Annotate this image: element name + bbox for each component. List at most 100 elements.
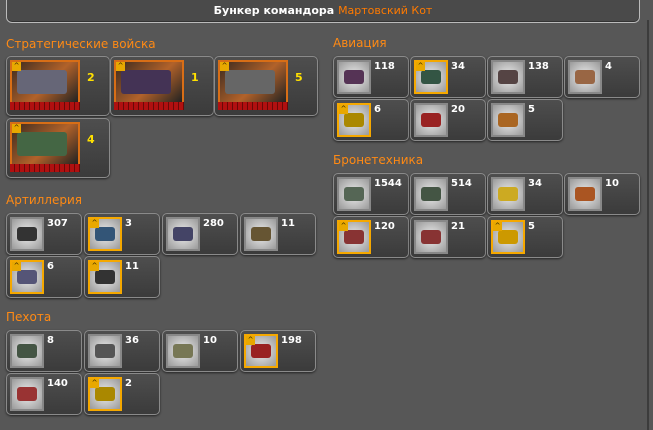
unit-card-armor[interactable]: 10	[564, 173, 640, 215]
rank-chevron-icon: ^	[12, 124, 21, 133]
unit-icon	[251, 344, 271, 358]
unit-card-armor[interactable]: ^ 120	[333, 216, 409, 258]
unit-card-infantry[interactable]: 140	[6, 373, 82, 415]
unit-icon	[173, 227, 193, 241]
unit-image	[337, 177, 371, 211]
unit-count: 2	[87, 71, 95, 84]
unit-card-aviation[interactable]: 20	[410, 99, 486, 141]
unit-image	[166, 334, 200, 368]
unit-card-artillery[interactable]: ^ 11	[84, 256, 160, 298]
unit-icon	[498, 187, 518, 201]
unit-image	[88, 334, 122, 368]
unit-card-artillery[interactable]: 11	[240, 213, 316, 255]
unit-image	[244, 217, 278, 251]
unit-image: ^	[88, 260, 122, 294]
unit-image: ^	[491, 220, 525, 254]
unit-count: 120	[374, 221, 395, 232]
unit-icon	[95, 270, 115, 284]
unit-card-armor[interactable]: 21	[410, 216, 486, 258]
unit-icon	[121, 70, 171, 94]
unit-icon	[498, 70, 518, 84]
unit-image: ^	[337, 103, 371, 137]
unit-card-aviation[interactable]: 5	[487, 99, 563, 141]
unit-card-aviation[interactable]: ^ 6	[333, 99, 409, 141]
unit-card-infantry[interactable]: ^ 2	[84, 373, 160, 415]
unit-card-strategic[interactable]: ^ 2	[6, 56, 110, 116]
unit-card-artillery[interactable]: ^ 6	[6, 256, 82, 298]
health-bar	[114, 102, 184, 110]
unit-count: 4	[605, 61, 612, 72]
section-title-armor: Бронетехника	[333, 153, 424, 167]
unit-image	[414, 177, 448, 211]
unit-card-armor[interactable]: 34	[487, 173, 563, 215]
unit-icon	[95, 387, 115, 401]
unit-card-infantry[interactable]: ^ 198	[240, 330, 316, 372]
header-title: Бункер командора Мартовский Кот	[7, 4, 639, 17]
unit-image	[568, 60, 602, 94]
scrollbar-track[interactable]	[647, 20, 649, 430]
unit-icon	[498, 113, 518, 127]
unit-card-infantry[interactable]: 8	[6, 330, 82, 372]
unit-icon	[17, 227, 37, 241]
unit-icon	[17, 132, 67, 156]
unit-card-strategic[interactable]: ^ 5	[214, 56, 318, 116]
unit-count: 5	[295, 71, 303, 84]
unit-card-artillery[interactable]: ^ 3	[84, 213, 160, 255]
unit-image: ^	[337, 220, 371, 254]
unit-count: 10	[605, 178, 619, 189]
unit-count: 307	[47, 218, 68, 229]
unit-card-artillery[interactable]: 280	[162, 213, 238, 255]
section-title-infantry: Пехота	[6, 310, 52, 324]
unit-icon	[344, 70, 364, 84]
unit-icon	[498, 230, 518, 244]
unit-card-armor[interactable]: 514	[410, 173, 486, 215]
unit-image: ^	[10, 260, 44, 294]
health-bar	[10, 164, 80, 172]
rank-chevron-icon: ^	[90, 379, 99, 388]
unit-card-aviation[interactable]: 4	[564, 56, 640, 98]
unit-card-aviation[interactable]: 118	[333, 56, 409, 98]
unit-card-armor[interactable]: ^ 5	[487, 216, 563, 258]
rank-chevron-icon: ^	[90, 262, 99, 271]
unit-image: ^	[244, 334, 278, 368]
unit-image	[491, 60, 525, 94]
unit-image	[414, 220, 448, 254]
unit-icon	[251, 227, 271, 241]
unit-count: 34	[528, 178, 542, 189]
rank-chevron-icon: ^	[12, 262, 21, 271]
rank-chevron-icon: ^	[339, 105, 348, 114]
unit-card-strategic[interactable]: ^ 4	[6, 118, 110, 178]
unit-card-strategic[interactable]: ^ 1	[110, 56, 214, 116]
header-bar: Бункер командора Мартовский Кот	[6, 0, 640, 23]
unit-card-infantry[interactable]: 36	[84, 330, 160, 372]
unit-card-armor[interactable]: 1544	[333, 173, 409, 215]
unit-count: 4	[87, 133, 95, 146]
unit-count: 6	[374, 104, 381, 115]
unit-count: 36	[125, 335, 139, 346]
rank-chevron-icon: ^	[220, 62, 229, 71]
unit-icon	[575, 187, 595, 201]
unit-icon	[575, 70, 595, 84]
unit-count: 3	[125, 218, 132, 229]
commander-name[interactable]: Мартовский Кот	[338, 4, 432, 17]
unit-icon	[95, 344, 115, 358]
unit-icon	[17, 270, 37, 284]
unit-image	[491, 177, 525, 211]
unit-icon	[17, 344, 37, 358]
unit-count: 6	[47, 261, 54, 272]
unit-card-aviation[interactable]: ^ 34	[410, 56, 486, 98]
unit-image	[10, 377, 44, 411]
unit-icon	[344, 187, 364, 201]
rank-chevron-icon: ^	[493, 222, 502, 231]
unit-icon	[344, 230, 364, 244]
unit-card-aviation[interactable]: 138	[487, 56, 563, 98]
unit-count: 11	[125, 261, 139, 272]
unit-count: 280	[203, 218, 224, 229]
unit-count: 138	[528, 61, 549, 72]
unit-card-infantry[interactable]: 10	[162, 330, 238, 372]
unit-card-artillery[interactable]: 307	[6, 213, 82, 255]
unit-image	[414, 103, 448, 137]
unit-image: ^	[10, 122, 80, 166]
unit-icon	[17, 387, 37, 401]
health-bar	[10, 102, 80, 110]
